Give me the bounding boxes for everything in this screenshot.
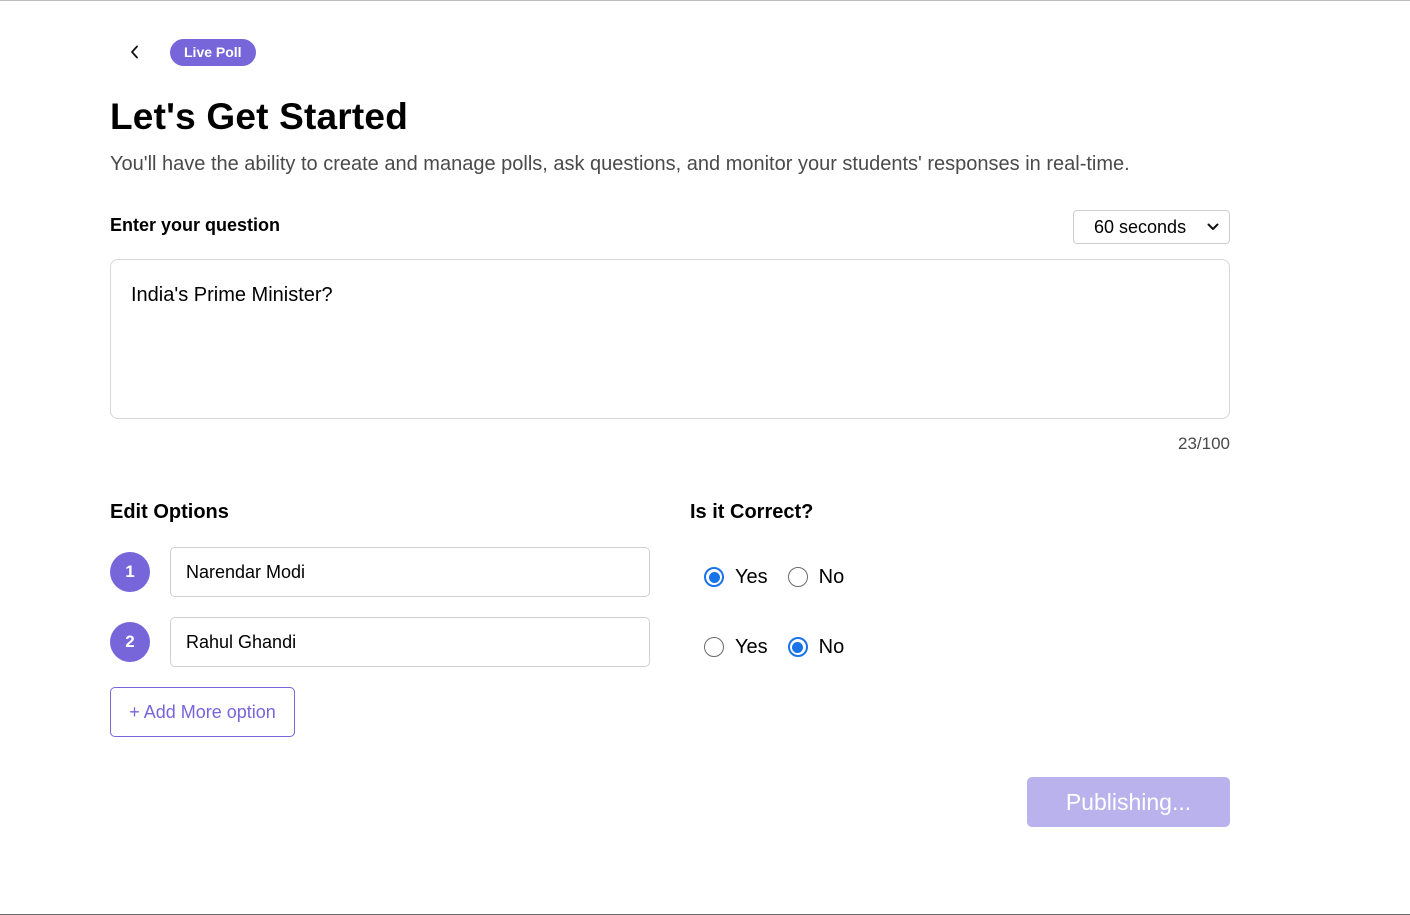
correct-radio-group-2: Yes No bbox=[704, 635, 864, 659]
option-2-no-radio[interactable] bbox=[787, 637, 808, 657]
live-poll-badge: Live Poll bbox=[170, 39, 256, 66]
edit-options-heading: Edit Options bbox=[110, 501, 229, 523]
create-poll-page: Live Poll Let's Get Started You'll have … bbox=[0, 0, 1410, 915]
no-label: No bbox=[818, 635, 845, 658]
timer-value: 60 seconds bbox=[1094, 216, 1187, 237]
publish-button[interactable]: Publishing... bbox=[1027, 777, 1230, 827]
option-number-badge: 2 bbox=[110, 622, 150, 662]
correct-radio-group-1: Yes No bbox=[704, 565, 864, 589]
option-2-yes-radio[interactable] bbox=[704, 637, 724, 657]
no-label: No bbox=[818, 565, 845, 588]
page-subtitle: You'll have the ability to create and ma… bbox=[110, 153, 1130, 175]
question-label: Enter your question bbox=[110, 215, 281, 235]
character-counter: 23/100 bbox=[1178, 434, 1230, 453]
question-text: India's Prime Minister? bbox=[131, 284, 333, 306]
question-input[interactable]: India's Prime Minister? bbox=[110, 259, 1230, 419]
option-1-no-radio[interactable] bbox=[787, 567, 808, 587]
back-button[interactable] bbox=[124, 41, 146, 63]
option-row-1: 1 Narendar Modi bbox=[110, 547, 650, 597]
page-title: Let's Get Started bbox=[110, 96, 408, 137]
yes-label: Yes bbox=[735, 635, 768, 658]
option-1-yes-radio[interactable] bbox=[704, 567, 724, 587]
option-row-2: 2 Rahul Ghandi bbox=[110, 617, 650, 667]
chevron-left-icon bbox=[131, 45, 138, 59]
option-number-badge: 1 bbox=[110, 552, 150, 592]
chevron-down-icon bbox=[1207, 223, 1219, 230]
yes-label: Yes bbox=[735, 565, 768, 588]
option-input-1[interactable]: Narendar Modi bbox=[170, 547, 650, 597]
add-more-option-button[interactable]: + Add More option bbox=[110, 687, 295, 737]
is-correct-heading: Is it Correct? bbox=[690, 501, 814, 523]
option-input-2[interactable]: Rahul Ghandi bbox=[170, 617, 650, 667]
timer-select[interactable]: 60 seconds bbox=[1073, 210, 1230, 244]
